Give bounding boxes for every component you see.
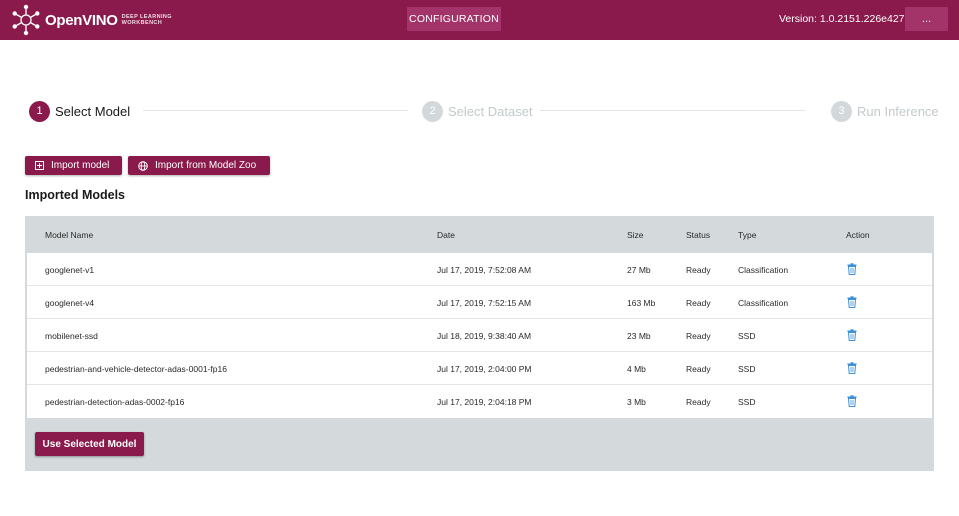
logo-subtitle-line2: WORKBENCH [121,20,163,26]
cell-model-name: pedestrian-and-vehicle-detector-adas-000… [45,364,227,374]
cell-type: SSD [738,364,756,374]
table-row[interactable]: googlenet-v1 Jul 17, 2019, 7:52:08 AM 27… [27,253,932,286]
column-header-type[interactable]: Type [738,230,756,240]
openvino-logo-icon [10,4,42,36]
step-number: 3 [831,100,852,122]
cell-size: 163 Mb [627,298,656,308]
step-select-dataset[interactable]: 2 Select Dataset [422,100,533,122]
table-row[interactable]: mobilenet-ssd Jul 18, 2019, 9:38:40 AM 2… [27,319,932,352]
table-row[interactable]: pedestrian-and-vehicle-detector-adas-000… [27,352,932,385]
column-header-action: Action [846,230,870,240]
cell-type: Classification [738,298,789,308]
plus-box-icon [35,161,44,170]
step-number: 1 [29,100,50,122]
trash-icon[interactable] [847,295,859,308]
import-from-model-zoo-label: Import from Model Zoo [155,160,257,171]
cell-status: Ready [686,331,711,341]
more-menu-button[interactable]: ... [905,7,948,31]
table-header: Model Name Date Size Status Type Action [25,216,934,253]
table-row[interactable]: googlenet-v4 Jul 17, 2019, 7:52:15 AM 16… [27,286,932,319]
cell-type: SSD [738,331,756,341]
trash-icon[interactable] [847,394,859,407]
logo-subtitle: DEEP LEARNING WORKBENCH [122,14,172,27]
step-number: 2 [422,100,443,122]
cell-status: Ready [686,298,711,308]
step-select-model[interactable]: 1 Select Model [29,100,130,122]
logo-text: OpenVINO [45,11,118,29]
globe-icon [138,160,148,171]
column-header-model-name[interactable]: Model Name [45,230,93,240]
trash-icon[interactable] [847,361,859,374]
cell-status: Ready [686,397,711,407]
table-row[interactable]: pedestrian-detection-adas-0002-fp16 Jul … [27,385,932,418]
step-run-inference[interactable]: 3 Run Inference [831,100,939,122]
app-header: OpenVINO DEEP LEARNING WORKBENCH CONFIGU… [0,0,959,40]
cell-date: Jul 17, 2019, 2:04:00 PM [437,364,532,374]
cell-type: SSD [738,397,756,407]
models-table-panel: Model Name Date Size Status Type Action … [25,216,934,471]
column-header-size[interactable]: Size [627,230,644,240]
step-label: Select Dataset [448,103,533,119]
cell-status: Ready [686,364,711,374]
cell-size: 27 Mb [627,265,651,275]
import-model-label: Import model [51,160,110,171]
openvino-logo[interactable]: OpenVINO DEEP LEARNING WORKBENCH [10,3,172,37]
step-label: Select Model [55,103,131,119]
cell-status: Ready [686,265,711,275]
cell-date: Jul 17, 2019, 7:52:15 AM [437,298,532,308]
cell-size: 3 Mb [627,397,646,407]
step-label: Run Inference [857,103,939,119]
stepper-connector-2 [540,110,805,111]
column-header-status[interactable]: Status [686,230,710,240]
cell-size: 23 Mb [627,331,651,341]
cell-date: Jul 17, 2019, 2:04:18 PM [437,397,532,407]
cell-model-name: pedestrian-detection-adas-0002-fp16 [45,397,185,407]
use-selected-model-button[interactable]: Use Selected Model [35,432,144,456]
import-from-model-zoo-button[interactable]: Import from Model Zoo [128,156,270,175]
version-label: Version: 1.0.2151.226e4275 [779,13,911,25]
column-header-date[interactable]: Date [437,230,455,240]
cell-type: Classification [738,265,789,275]
configuration-button[interactable]: CONFIGURATION [407,7,501,31]
cell-model-name: mobilenet-ssd [45,331,98,341]
cell-date: Jul 17, 2019, 7:52:08 AM [437,265,532,275]
stepper-connector-1 [143,110,408,111]
imported-models-title: Imported Models [25,188,126,202]
trash-icon[interactable] [847,328,859,341]
trash-icon[interactable] [847,262,859,275]
cell-model-name: googlenet-v4 [45,298,95,308]
cell-size: 4 Mb [627,364,646,374]
cell-date: Jul 18, 2019, 9:38:40 AM [437,331,532,341]
cell-model-name: googlenet-v1 [45,265,95,275]
import-model-button[interactable]: Import model [25,156,122,175]
table-body: googlenet-v1 Jul 17, 2019, 7:52:08 AM 27… [27,253,932,418]
